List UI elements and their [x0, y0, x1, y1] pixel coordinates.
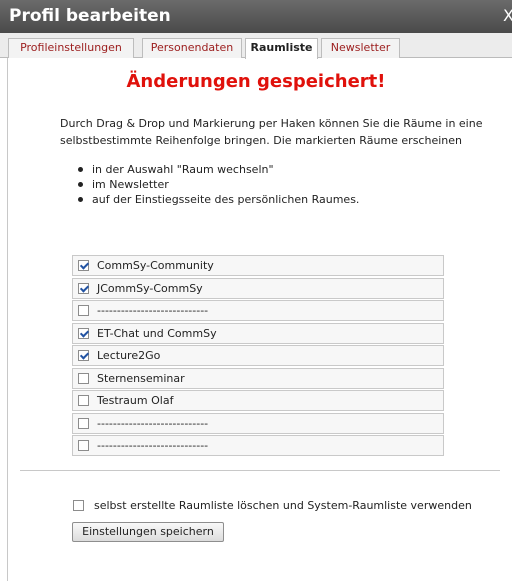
- divider: [20, 470, 500, 471]
- room-list: CommSy-Community JCommSy-CommSy ----------…: [72, 255, 444, 458]
- room-label[interactable]: Lecture2Go: [97, 349, 160, 362]
- room-checkbox[interactable]: [78, 282, 89, 294]
- room-checkbox[interactable]: [78, 327, 89, 339]
- room-row[interactable]: JCommSy-CommSy: [72, 277, 444, 299]
- room-checkbox[interactable]: [78, 440, 89, 451]
- close-icon[interactable]: X: [503, 6, 512, 25]
- dialog-title-bar: Profil bearbeiten X: [0, 0, 512, 33]
- description-text: Durch Drag & Drop und Markierung per Hak…: [60, 117, 483, 147]
- room-label[interactable]: ----------------------------: [97, 417, 208, 430]
- tab-newsletter[interactable]: Newsletter: [321, 38, 400, 58]
- room-label[interactable]: ----------------------------: [97, 439, 208, 452]
- tab-raumliste[interactable]: Raumliste: [245, 38, 318, 59]
- bullet-item: in der Auswahl "Raum wechseln": [76, 162, 359, 177]
- bullet-list: in der Auswahl "Raum wechseln" im Newsle…: [76, 162, 359, 207]
- tab-personendaten[interactable]: Personendaten: [142, 38, 242, 58]
- bullet-text: in der Auswahl "Raum wechseln": [92, 163, 274, 176]
- room-checkbox[interactable]: [78, 260, 89, 271]
- bullet-item: im Newsletter: [76, 177, 359, 192]
- tab-profileinstellungen[interactable]: Profileinstellungen: [8, 38, 134, 58]
- room-label[interactable]: Testraum Olaf: [97, 394, 173, 407]
- room-checkbox[interactable]: [78, 417, 89, 429]
- room-checkbox[interactable]: [78, 395, 89, 406]
- room-row[interactable]: CommSy-Community: [72, 255, 444, 276]
- room-row[interactable]: ----------------------------: [72, 435, 444, 456]
- bullet-dot-icon: [78, 167, 83, 172]
- status-message: Änderungen gespeichert!: [126, 71, 386, 92]
- room-row[interactable]: Sternenseminar: [72, 367, 444, 389]
- save-settings-button[interactable]: Einstellungen speichern: [72, 522, 224, 542]
- room-checkbox[interactable]: [78, 372, 89, 384]
- room-row[interactable]: ----------------------------: [72, 412, 444, 434]
- room-label[interactable]: CommSy-Community: [97, 259, 214, 272]
- bullet-dot-icon: [78, 197, 83, 202]
- reset-room-list-label: selbst erstellte Raumliste löschen und S…: [94, 499, 472, 512]
- bullet-item: auf der Einstiegsseite des persönlichen …: [76, 192, 359, 207]
- reset-room-list-checkbox[interactable]: [73, 500, 84, 511]
- dialog-title: Profil bearbeiten: [9, 6, 171, 26]
- room-label[interactable]: JCommSy-CommSy: [97, 282, 203, 295]
- room-row[interactable]: ET-Chat und CommSy: [72, 322, 444, 344]
- room-label[interactable]: ----------------------------: [97, 304, 208, 317]
- bullet-dot-icon: [78, 182, 83, 187]
- room-checkbox[interactable]: [78, 305, 89, 316]
- room-row[interactable]: Lecture2Go: [72, 345, 444, 366]
- room-label[interactable]: Sternenseminar: [97, 372, 185, 385]
- room-row[interactable]: Testraum Olaf: [72, 390, 444, 411]
- tab-bar: Profileinstellungen Personendaten Raumli…: [0, 33, 512, 59]
- room-row[interactable]: ----------------------------: [72, 300, 444, 321]
- room-label[interactable]: ET-Chat und CommSy: [97, 327, 217, 340]
- bullet-text: auf der Einstiegsseite des persönlichen …: [92, 193, 360, 206]
- room-checkbox[interactable]: [78, 350, 89, 361]
- panel-border: [7, 58, 8, 581]
- bullet-text: im Newsletter: [92, 178, 169, 191]
